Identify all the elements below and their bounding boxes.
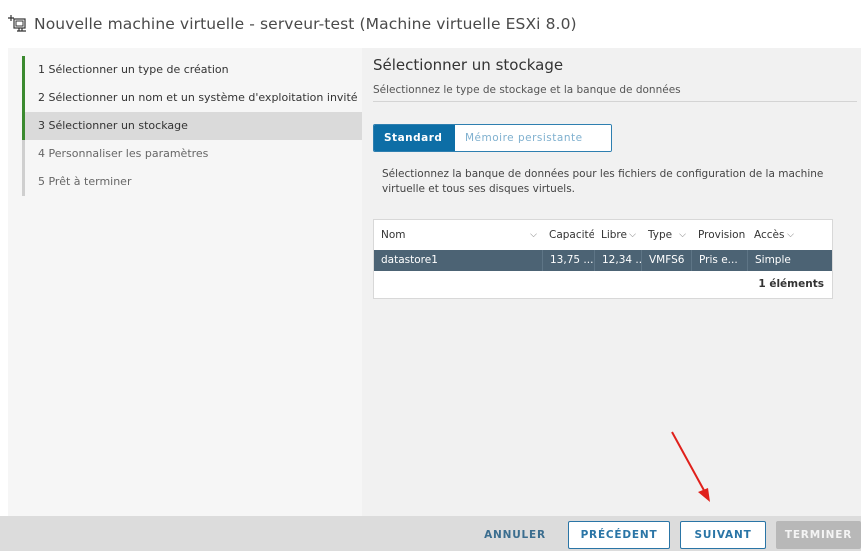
- title-bar: Nouvelle machine virtuelle - serveur-tes…: [0, 0, 861, 48]
- step-label: 4 Personnaliser les paramètres: [38, 147, 209, 160]
- column-header-capacity[interactable]: Capacité: [542, 220, 594, 250]
- step-storage[interactable]: 3 Sélectionner un stockage: [22, 112, 362, 140]
- cancel-button[interactable]: ANNULER: [476, 521, 554, 549]
- step-ready-to-finish: 5 Prêt à terminer: [22, 168, 362, 196]
- main-panel: Sélectionner un stockage Sélectionnez le…: [362, 48, 861, 516]
- step-label: 1 Sélectionner un type de création: [38, 63, 229, 76]
- item-count: 1 éléments: [758, 278, 824, 290]
- column-header-provisioning[interactable]: Provision: [691, 220, 747, 250]
- cell-type: VMFS6: [641, 250, 691, 271]
- step-label: 3 Sélectionner un stockage: [38, 119, 188, 132]
- chevron-down-icon: ⌵: [629, 230, 636, 240]
- datastore-grid: Nom ⌵ Capacité Libre ⌵ Type ⌵ Provision …: [373, 219, 833, 299]
- step-label: 5 Prêt à terminer: [38, 175, 132, 188]
- step-indicator: [22, 112, 25, 140]
- datastore-instructions: Sélectionnez la banque de données pour l…: [382, 168, 824, 195]
- tab-persistent-memory[interactable]: Mémoire persistante: [455, 125, 611, 151]
- page-subtitle: Sélectionnez le type de stockage et la b…: [373, 84, 681, 96]
- column-header-free[interactable]: Libre ⌵: [594, 220, 641, 250]
- cell-provisioning: Pris e...: [691, 250, 747, 271]
- chevron-down-icon: ⌵: [530, 230, 537, 240]
- step-creation-type[interactable]: 1 Sélectionner un type de création: [22, 56, 362, 84]
- step-indicator: [22, 140, 25, 168]
- next-button[interactable]: SUIVANT: [680, 521, 766, 549]
- cell-access: Simple: [747, 250, 799, 271]
- annotation-arrow-icon: [671, 431, 710, 502]
- new-vm-icon: [8, 15, 26, 32]
- grid-header: Nom ⌵ Capacité Libre ⌵ Type ⌵ Provision …: [374, 220, 832, 250]
- step-label: 2 Sélectionner un nom et un système d'ex…: [38, 91, 358, 104]
- step-indicator: [22, 84, 25, 112]
- finish-button: TERMINER: [776, 521, 861, 549]
- divider: [373, 101, 857, 102]
- step-name-os[interactable]: 2 Sélectionner un nom et un système d'ex…: [22, 84, 362, 112]
- step-indicator: [22, 168, 25, 196]
- step-indicator: [22, 56, 25, 84]
- chevron-down-icon: ⌵: [679, 230, 686, 240]
- window-title: Nouvelle machine virtuelle - serveur-tes…: [34, 15, 577, 33]
- column-header-type[interactable]: Type ⌵: [641, 220, 691, 250]
- column-header-name[interactable]: Nom ⌵: [374, 220, 542, 250]
- chevron-down-icon: ⌵: [787, 230, 794, 240]
- cell-capacity: 13,75 ...: [542, 250, 594, 271]
- step-customize-settings: 4 Personnaliser les paramètres: [22, 140, 362, 168]
- cell-free: 12,34 ...: [594, 250, 641, 271]
- tab-standard[interactable]: Standard: [374, 125, 455, 151]
- page-title: Sélectionner un stockage: [373, 56, 564, 74]
- column-header-access[interactable]: Accès ⌵: [747, 220, 799, 250]
- wizard-footer: ANNULER PRÉCÉDENT SUIVANT TERMINER: [0, 516, 861, 551]
- wizard-steps: 1 Sélectionner un type de création 2 Sél…: [8, 48, 362, 516]
- storage-type-tabs: Standard Mémoire persistante: [373, 124, 612, 152]
- cell-name: datastore1: [381, 254, 438, 266]
- previous-button[interactable]: PRÉCÉDENT: [568, 521, 670, 549]
- table-row[interactable]: datastore1 13,75 ... 12,34 ... VMFS6 Pri…: [374, 250, 832, 271]
